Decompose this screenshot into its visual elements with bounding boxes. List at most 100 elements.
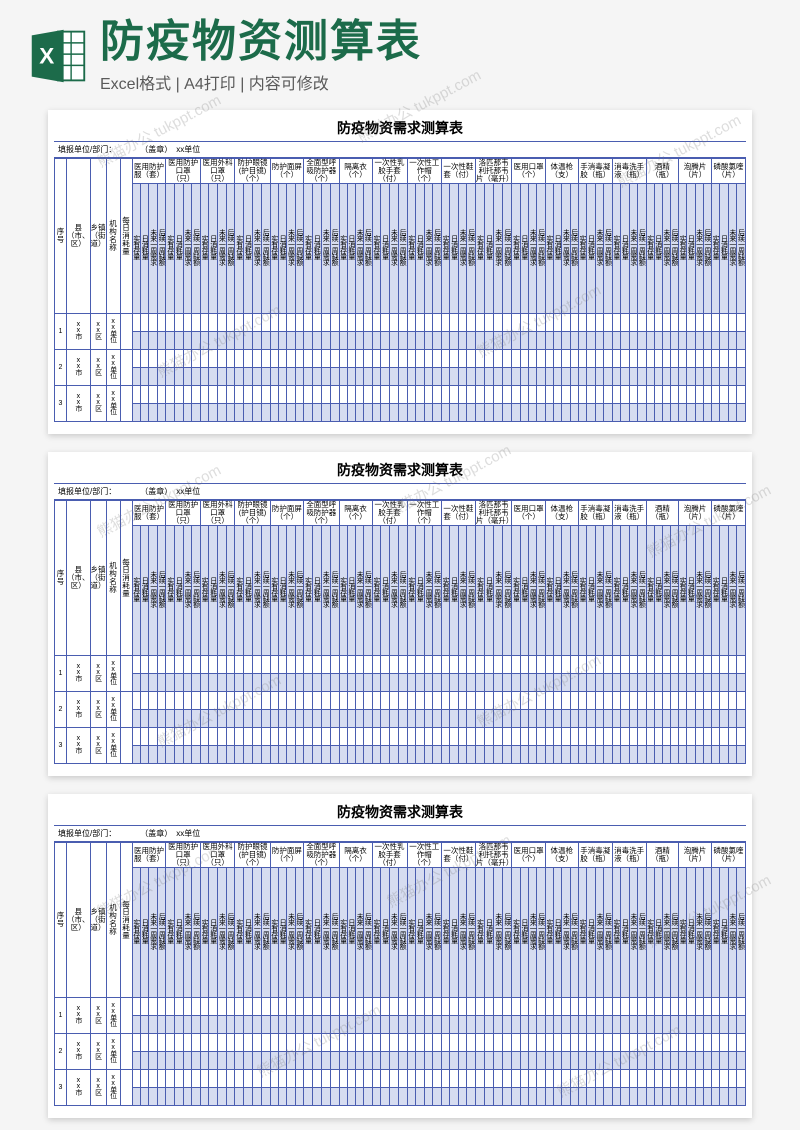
data-cell (356, 332, 364, 350)
data-cell (270, 368, 278, 386)
data-cell (578, 332, 586, 350)
sub-header: 后续一周缺额 (537, 868, 545, 998)
data-cell (604, 368, 612, 386)
data-cell (562, 314, 570, 332)
data-cell (270, 386, 278, 404)
data-cell (261, 350, 270, 368)
sub-header: 后续一周缺额 (638, 868, 646, 998)
data-cell (638, 368, 646, 386)
data-cell (200, 1070, 209, 1088)
data-cell (209, 1034, 218, 1052)
data-cell (304, 350, 313, 368)
data-cell (132, 1052, 140, 1070)
sub-header: 未来一周需求 (458, 868, 466, 998)
data-cell (416, 350, 425, 368)
item-header: 医用防护口罩（只） (166, 843, 200, 868)
data-cell (244, 998, 253, 1016)
data-cell (578, 710, 586, 728)
data-cell (578, 1034, 586, 1052)
data-cell (364, 728, 372, 746)
data-cell (416, 692, 425, 710)
data-cell (728, 692, 736, 710)
sub-header: 未来一周需求 (728, 868, 736, 998)
item-header: 医用防护口罩（只） (166, 501, 200, 526)
item-header: 防护面屏（个） (270, 501, 303, 526)
data-cell (695, 314, 703, 332)
sub-header: 未来一周需求 (149, 526, 157, 656)
data-cell (278, 1052, 286, 1070)
sub-header: 日消耗量 (720, 184, 728, 314)
data-cell (407, 332, 416, 350)
data-cell (720, 1088, 728, 1106)
data-cell (278, 350, 286, 368)
sub-header: 实有存量 (679, 868, 687, 998)
hdr-seq: 序号 (55, 159, 67, 314)
data-cell (312, 1034, 321, 1052)
data-cell (424, 332, 433, 350)
hdr-county: 县（市、区） (67, 843, 91, 998)
sub-header: 实有存量 (235, 526, 244, 656)
data-cell (570, 368, 578, 386)
data-cell (595, 314, 603, 332)
cell-org: xx单位 (106, 386, 120, 422)
data-cell (595, 1088, 603, 1106)
data-cell (570, 710, 578, 728)
data-cell (595, 998, 603, 1016)
data-cell (270, 1052, 278, 1070)
data-cell (458, 710, 466, 728)
data-cell (381, 998, 390, 1016)
sub-header: 未来一周需求 (629, 184, 637, 314)
data-cell (578, 1070, 586, 1088)
data-cell (450, 1088, 458, 1106)
data-cell (529, 1034, 537, 1052)
data-cell (390, 998, 399, 1016)
data-cell (209, 728, 218, 746)
data-cell (278, 368, 286, 386)
cell-town: xx区 (90, 728, 106, 764)
sub-header: 日消耗量 (621, 184, 629, 314)
data-cell (390, 710, 399, 728)
data-cell (687, 998, 695, 1016)
data-cell (175, 1016, 184, 1034)
data-cell (226, 710, 235, 728)
data-cell (200, 1016, 209, 1034)
data-cell (433, 368, 442, 386)
data-cell (183, 368, 192, 386)
data-cell (347, 1070, 355, 1088)
data-cell (424, 998, 433, 1016)
data-cell (646, 998, 654, 1016)
item-header: 泡腾片（片） (679, 501, 712, 526)
sub-header: 实有存量 (200, 868, 209, 998)
data-cell (381, 1052, 390, 1070)
data-cell (356, 386, 364, 404)
data-cell (132, 368, 140, 386)
data-cell (312, 656, 321, 674)
data-cell (244, 692, 253, 710)
data-cell (587, 656, 595, 674)
cell-seq: 3 (55, 728, 67, 764)
sub-header: 后续一周缺额 (604, 184, 612, 314)
data-cell (712, 1088, 720, 1106)
sub-header: 未来一周需求 (356, 184, 364, 314)
data-cell (537, 1070, 545, 1088)
data-cell (604, 674, 612, 692)
data-cell (398, 332, 407, 350)
data-cell (512, 368, 520, 386)
data-cell (703, 1016, 711, 1034)
data-cell (595, 692, 603, 710)
data-cell (646, 386, 654, 404)
data-cell (330, 1088, 339, 1106)
data-cell (140, 1034, 148, 1052)
data-cell (166, 1034, 175, 1052)
data-cell (654, 710, 662, 728)
sub-header: 未来一周需求 (629, 868, 637, 998)
data-cell (629, 728, 637, 746)
sub-header: 实有存量 (646, 868, 654, 998)
data-cell (562, 350, 570, 368)
data-cell (554, 998, 562, 1016)
data-cell (475, 1052, 484, 1070)
data-cell (720, 710, 728, 728)
data-cell (347, 332, 355, 350)
data-cell (312, 1052, 321, 1070)
data-cell (441, 350, 449, 368)
